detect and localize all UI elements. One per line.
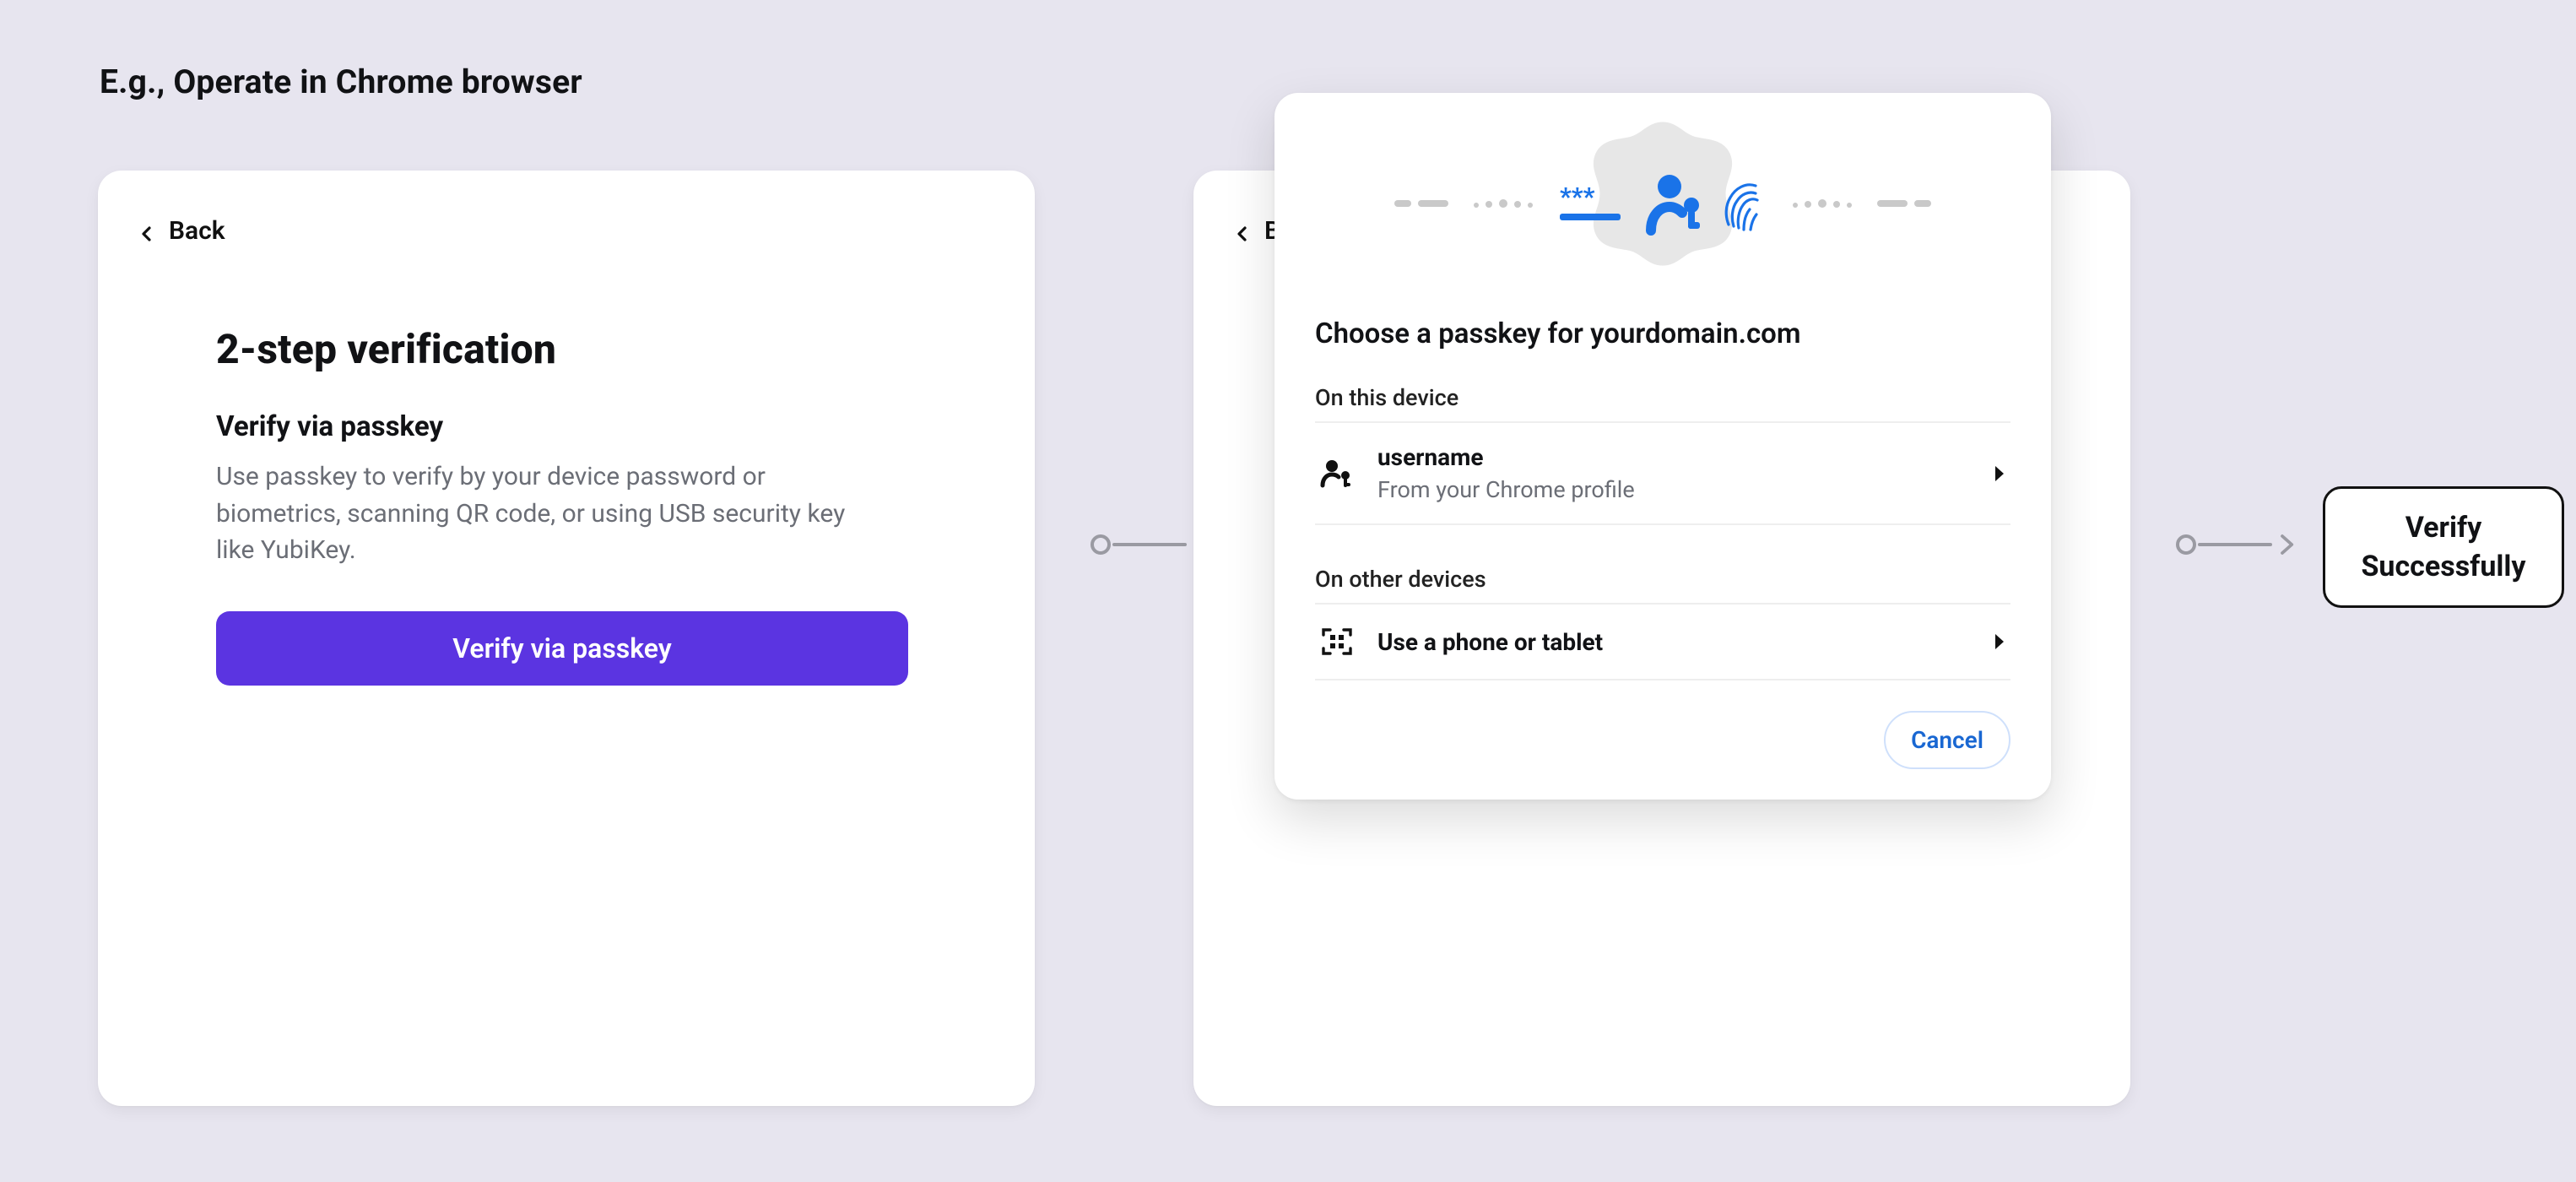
arrow-head-icon — [2274, 532, 2299, 557]
section-other-devices: On other devices — [1315, 566, 2010, 593]
user-key-icon — [1646, 171, 1705, 236]
flow-arrow-2 — [2176, 532, 2299, 557]
dialog-title-domain: yourdomain.com — [1590, 317, 1800, 350]
dialog-title: Choose a passkey for yourdomain.com — [1315, 317, 2010, 350]
result-line1: Verify — [2346, 511, 2541, 545]
chevron-left-icon — [137, 221, 157, 241]
qr-scan-icon — [1320, 625, 1354, 659]
arrow-origin-circle — [1090, 534, 1111, 555]
arrow-origin-circle — [2176, 534, 2196, 555]
card-2fa: Back 2-step verification Verify via pass… — [98, 171, 1035, 1106]
hero-icons: *** — [1558, 171, 1767, 236]
section-description: Use passkey to verify by your device pas… — [216, 458, 874, 569]
section-subtitle: Verify via passkey — [216, 410, 917, 443]
cancel-label: Cancel — [1911, 726, 1983, 754]
dialog-title-prefix: Choose a passkey for — [1315, 317, 1590, 350]
chevron-right-icon — [1994, 465, 2005, 482]
hero-dots-left — [1474, 199, 1533, 208]
cta-label: Verify via passkey — [452, 632, 671, 664]
passkey-row-other-device[interactable]: Use a phone or tablet — [1315, 603, 2010, 680]
result-box: Verify Successfully — [2323, 486, 2564, 608]
verify-via-passkey-button[interactable]: Verify via passkey — [216, 611, 908, 686]
passkey-row-profile[interactable]: username From your Chrome profile — [1315, 421, 2010, 525]
svg-text:***: *** — [1560, 182, 1595, 212]
passkey-source: From your Chrome profile — [1377, 476, 1970, 503]
section-this-device: On this device — [1315, 384, 2010, 411]
hero-dots-right — [1793, 199, 1852, 208]
dialog-hero: *** — [1315, 123, 2010, 284]
page-title: 2-step verification — [216, 325, 917, 373]
chevron-left-icon — [1232, 221, 1253, 241]
passkey-username: username — [1377, 443, 1970, 471]
diagram-caption: E.g., Operate in Chrome browser — [100, 62, 582, 101]
user-key-small-icon — [1320, 457, 1354, 491]
cancel-button[interactable]: Cancel — [1884, 711, 2010, 769]
result-line2: Successfully — [2346, 550, 2541, 583]
back-button[interactable]: Back — [98, 171, 264, 246]
hero-dashes-right — [1877, 200, 1931, 207]
password-asterisks-icon: *** — [1558, 180, 1631, 227]
back-label: Back — [169, 216, 225, 246]
passkey-dialog: *** Choose a passkey for yourdomain.com … — [1274, 93, 2051, 800]
fingerprint-icon — [1720, 174, 1767, 233]
hero-dashes-left — [1394, 200, 1448, 207]
diagram-canvas: E.g., Operate in Chrome browser Back 2-s… — [0, 0, 2576, 1182]
other-device-label: Use a phone or tablet — [1377, 628, 1970, 656]
chevron-right-icon — [1994, 633, 2005, 650]
